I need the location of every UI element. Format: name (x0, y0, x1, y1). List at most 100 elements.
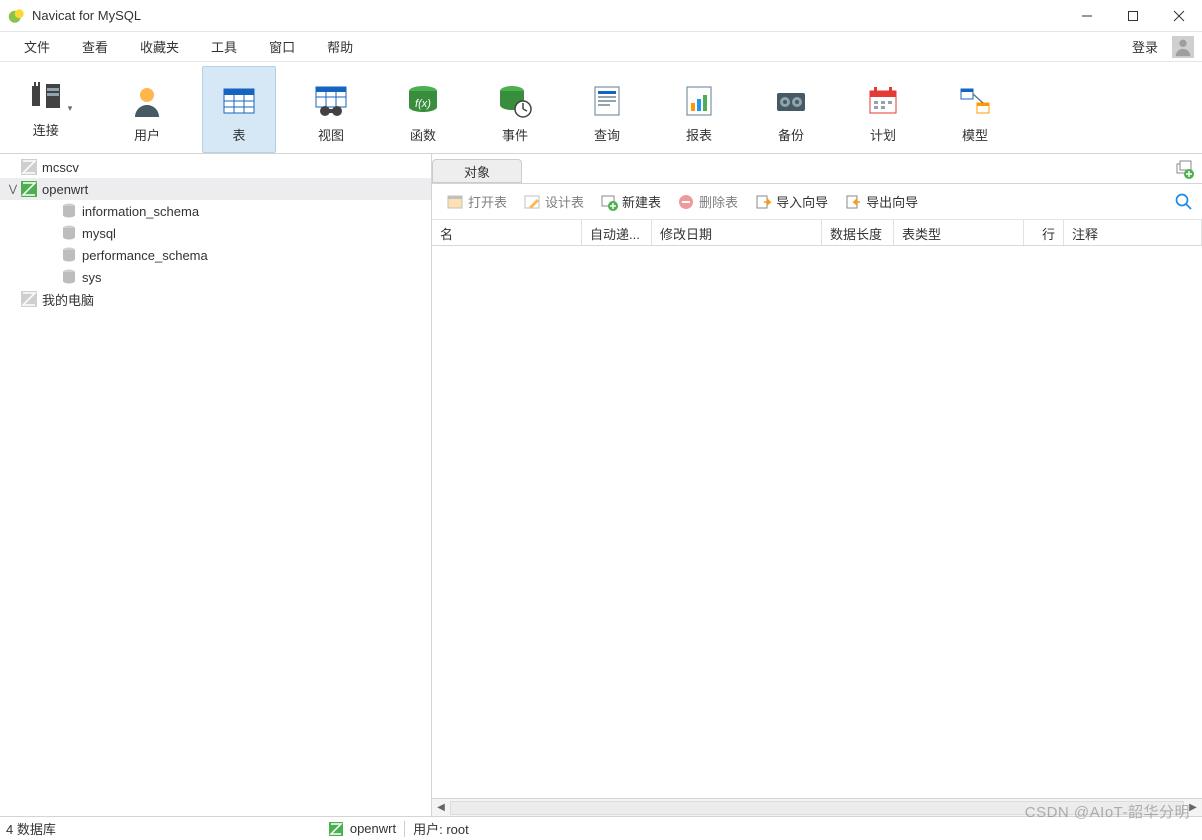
menu-file[interactable]: 文件 (8, 33, 66, 60)
tree-node-label: sys (82, 270, 102, 285)
toolbar-table[interactable]: 表 (202, 66, 276, 153)
app-title: Navicat for MySQL (32, 8, 1064, 23)
maximize-button[interactable] (1110, 0, 1156, 32)
tree-node-我的电脑[interactable]: 我的电脑 (0, 288, 431, 310)
tree-node-mcscv[interactable]: mcscv (0, 156, 431, 178)
toolbar-user-label: 用户 (134, 125, 160, 144)
horizontal-scrollbar[interactable]: ◀ ▶ (432, 798, 1202, 816)
plug-icon (28, 78, 64, 114)
user-icon (129, 83, 165, 119)
user-avatar-icon[interactable] (1172, 36, 1194, 58)
import-icon (754, 193, 772, 211)
tree-node-label: mysql (82, 226, 116, 241)
menu-help[interactable]: 帮助 (311, 33, 369, 60)
tree-node-label: performance_schema (82, 248, 208, 263)
minimize-button[interactable] (1064, 0, 1110, 32)
table-grid-header: 名 自动递... 修改日期 数据长度 表类型 行 注释 (432, 220, 1202, 246)
open-table-icon (446, 193, 464, 211)
toolbar-event[interactable]: 事件 (478, 66, 552, 153)
toolbar-view-label: 视图 (318, 125, 344, 144)
toolbar-report-label: 报表 (686, 125, 712, 144)
toolbar-connect[interactable]: 连接 ▾ (8, 66, 92, 153)
main-toolbar: 连接 ▾ 用户 表 视图 f(x) 函数 事件 查询 报表 备份 计划 模型 (0, 62, 1202, 154)
view-icon (313, 83, 349, 119)
toolbar-user[interactable]: 用户 (110, 66, 184, 153)
event-icon (497, 83, 533, 119)
status-db-count: 4 数据库 (6, 819, 56, 838)
tree-node-mysql[interactable]: mysql (0, 222, 431, 244)
menu-tools[interactable]: 工具 (195, 33, 253, 60)
model-icon (957, 83, 993, 119)
col-auto-increment[interactable]: 自动递... (582, 220, 652, 245)
tree-node-information_schema[interactable]: information_schema (0, 200, 431, 222)
toolbar-connect-label: 连接 (33, 120, 59, 139)
scroll-right-icon[interactable]: ▶ (1184, 802, 1202, 813)
scroll-left-icon[interactable]: ◀ (432, 802, 450, 813)
window-controls (1064, 0, 1202, 32)
action-export-wizard[interactable]: 导出向导 (838, 189, 924, 214)
tree-node-openwrt[interactable]: ⋁ openwrt (0, 178, 431, 200)
table-action-bar: 打开表 设计表 新建表 删除表 导入向导 导出向导 (432, 184, 1202, 220)
export-icon (844, 193, 862, 211)
query-icon (589, 83, 625, 119)
tree-node-label: openwrt (42, 182, 88, 197)
delete-table-icon (677, 193, 695, 211)
table-icon (221, 83, 257, 119)
status-user: 用户: root (413, 819, 469, 838)
col-table-type[interactable]: 表类型 (894, 220, 1024, 245)
expander-icon[interactable]: ⋁ (6, 184, 20, 195)
tree-node-sys[interactable]: sys (0, 266, 431, 288)
toolbar-query[interactable]: 查询 (570, 66, 644, 153)
new-tab-icon[interactable] (1174, 159, 1194, 179)
dropdown-caret-icon: ▾ (68, 103, 73, 114)
connection-tree[interactable]: mcscv ⋁ openwrt information_schemamysql perf… (0, 154, 432, 816)
status-connection: openwrt (350, 821, 396, 836)
col-data-length[interactable]: 数据长度 (822, 220, 894, 245)
menu-window[interactable]: 窗口 (253, 33, 311, 60)
action-delete-table[interactable]: 删除表 (671, 189, 744, 214)
tab-object[interactable]: 对象 (432, 159, 522, 183)
connection-status-icon (328, 821, 344, 837)
col-rows[interactable]: 行 (1024, 220, 1064, 245)
search-icon[interactable] (1174, 192, 1194, 212)
report-icon (681, 83, 717, 119)
tree-node-label: 我的电脑 (42, 290, 94, 309)
toolbar-model-label: 模型 (962, 125, 988, 144)
toolbar-backup[interactable]: 备份 (754, 66, 828, 153)
tree-node-label: mcscv (42, 160, 79, 175)
tree-node-label: information_schema (82, 204, 199, 219)
new-table-icon (600, 193, 618, 211)
menubar: 文件 查看 收藏夹 工具 窗口 帮助 登录 (0, 32, 1202, 62)
col-modify-date[interactable]: 修改日期 (652, 220, 822, 245)
toolbar-report[interactable]: 报表 (662, 66, 736, 153)
toolbar-function[interactable]: f(x) 函数 (386, 66, 460, 153)
menu-favorites[interactable]: 收藏夹 (124, 33, 195, 60)
statusbar: 4 数据库 openwrt 用户: root (0, 816, 1202, 840)
tree-node-performance_schema[interactable]: performance_schema (0, 244, 431, 266)
titlebar: Navicat for MySQL (0, 0, 1202, 32)
close-button[interactable] (1156, 0, 1202, 32)
action-new-table[interactable]: 新建表 (594, 189, 667, 214)
object-tabstrip: 对象 (432, 154, 1202, 184)
table-grid-body (432, 246, 1202, 798)
toolbar-schedule-label: 计划 (870, 125, 896, 144)
toolbar-function-label: 函数 (410, 125, 436, 144)
scroll-track[interactable] (450, 801, 1184, 815)
action-import-wizard[interactable]: 导入向导 (748, 189, 834, 214)
login-link[interactable]: 登录 (1124, 33, 1166, 60)
toolbar-backup-label: 备份 (778, 125, 804, 144)
toolbar-query-label: 查询 (594, 125, 620, 144)
action-design-table[interactable]: 设计表 (517, 189, 590, 214)
menu-view[interactable]: 查看 (66, 33, 124, 60)
toolbar-table-label: 表 (232, 125, 245, 144)
toolbar-view[interactable]: 视图 (294, 66, 368, 153)
backup-icon (773, 83, 809, 119)
svg-text:f(x): f(x) (415, 98, 431, 110)
toolbar-schedule[interactable]: 计划 (846, 66, 920, 153)
toolbar-event-label: 事件 (502, 125, 528, 144)
action-open-table[interactable]: 打开表 (440, 189, 513, 214)
toolbar-model[interactable]: 模型 (938, 66, 1012, 153)
col-comment[interactable]: 注释 (1064, 220, 1202, 245)
col-name[interactable]: 名 (432, 220, 582, 245)
schedule-icon (865, 83, 901, 119)
